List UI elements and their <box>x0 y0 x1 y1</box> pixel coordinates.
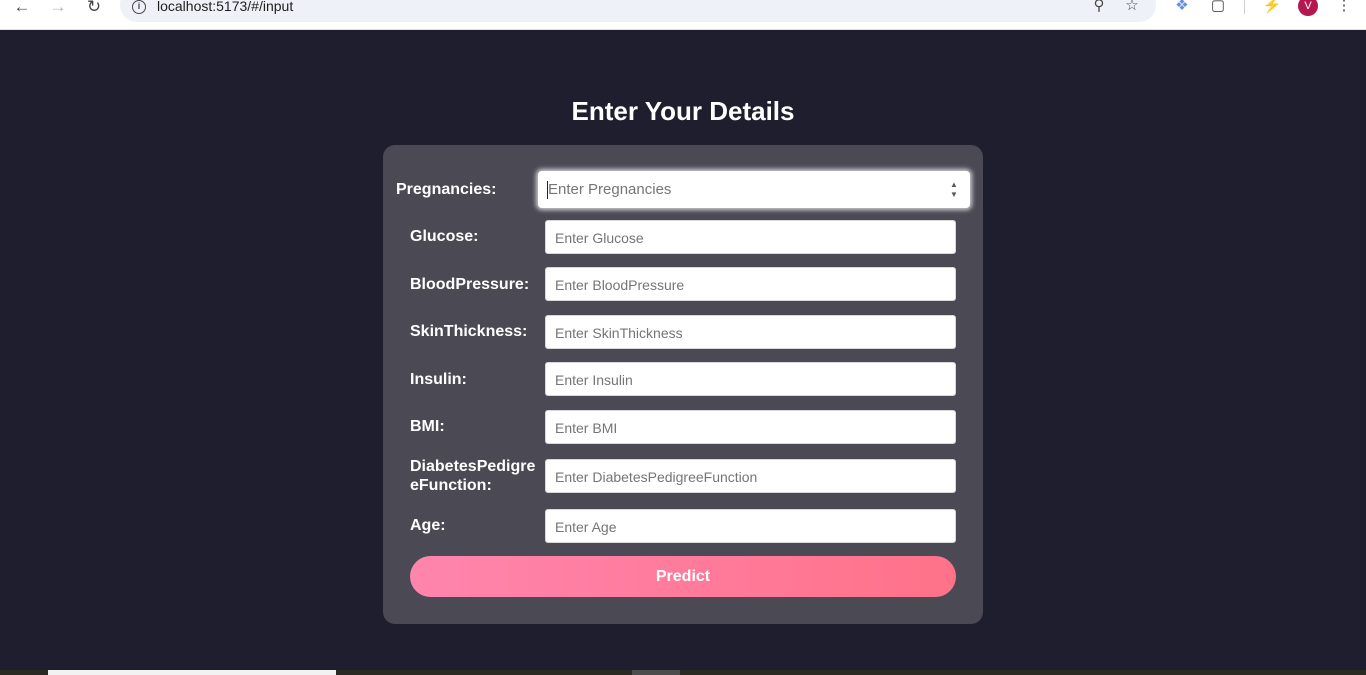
bloodpressure-placeholder: Enter BloodPressure <box>555 277 685 293</box>
spin-down-icon[interactable]: ▼ <box>950 191 958 199</box>
url-text[interactable]: localhost:5173/#/input <box>157 0 293 14</box>
diabetespedigreefunction-input[interactable]: Enter DiabetesPedigreeFunction <box>545 459 956 493</box>
bmi-placeholder: Enter BMI <box>555 420 618 436</box>
page-title: Enter Your Details <box>571 96 795 126</box>
pregnancies-input[interactable]: Enter Pregnancies ▲ ▼ <box>538 171 970 208</box>
glucose-input[interactable]: Enter Glucose <box>545 220 956 254</box>
puzzle-icon[interactable]: ▢ <box>1207 0 1229 18</box>
zoom-icon[interactable]: ⚲ <box>1088 0 1110 16</box>
glucose-placeholder: Enter Glucose <box>555 230 644 246</box>
age-input[interactable]: Enter Age <box>545 509 956 543</box>
number-spinner[interactable]: ▲ ▼ <box>949 181 959 199</box>
menu-dots-icon[interactable]: ⋮ <box>1333 0 1355 18</box>
taskbar-item[interactable] <box>48 670 336 675</box>
age-placeholder: Enter Age <box>555 519 617 535</box>
avatar[interactable]: V <box>1298 0 1318 16</box>
skinthickness-input[interactable]: Enter SkinThickness <box>545 315 956 349</box>
extension-icon[interactable]: ❖ <box>1171 0 1193 18</box>
pregnancies-placeholder: Enter Pregnancies <box>548 181 672 198</box>
bmi-label: BMI: <box>410 418 445 435</box>
pregnancies-label: Pregnancies: <box>396 181 497 198</box>
glucose-label: Glucose: <box>410 228 479 245</box>
back-arrow-icon[interactable]: ← <box>10 0 34 18</box>
insulin-placeholder: Enter Insulin <box>555 372 633 388</box>
forward-arrow-icon[interactable]: → <box>46 0 70 18</box>
predict-button[interactable]: Predict <box>410 556 956 597</box>
info-icon[interactable]: i <box>132 0 146 14</box>
age-label: Age: <box>410 517 446 534</box>
taskbar-strip <box>0 670 1366 675</box>
bloodpressure-label: BloodPressure: <box>410 276 530 293</box>
taskbar-item[interactable] <box>632 670 680 675</box>
performance-icon[interactable]: ⚡ <box>1261 0 1283 18</box>
insulin-label: Insulin: <box>410 371 467 388</box>
toolbar-divider <box>1244 0 1245 14</box>
diabetespedigreefunction-placeholder: Enter DiabetesPedigreeFunction <box>555 469 758 485</box>
spin-up-icon[interactable]: ▲ <box>950 181 958 189</box>
address-bar[interactable]: i localhost:5173/#/input ⚲ ☆ <box>120 0 1156 22</box>
star-icon[interactable]: ☆ <box>1121 0 1143 16</box>
browser-toolbar: ← → ↻ i localhost:5173/#/input ⚲ ☆ ❖ ▢ ⚡… <box>0 0 1366 30</box>
bloodpressure-input[interactable]: Enter BloodPressure <box>545 267 956 301</box>
skinthickness-label: SkinThickness: <box>410 323 528 340</box>
skinthickness-placeholder: Enter SkinThickness <box>555 325 683 341</box>
diabetespedigreefunction-label: DiabetesPedigre eFunction: <box>410 458 536 494</box>
insulin-input[interactable]: Enter Insulin <box>545 362 956 396</box>
bmi-input[interactable]: Enter BMI <box>545 410 956 444</box>
reload-icon[interactable]: ↻ <box>82 0 106 18</box>
